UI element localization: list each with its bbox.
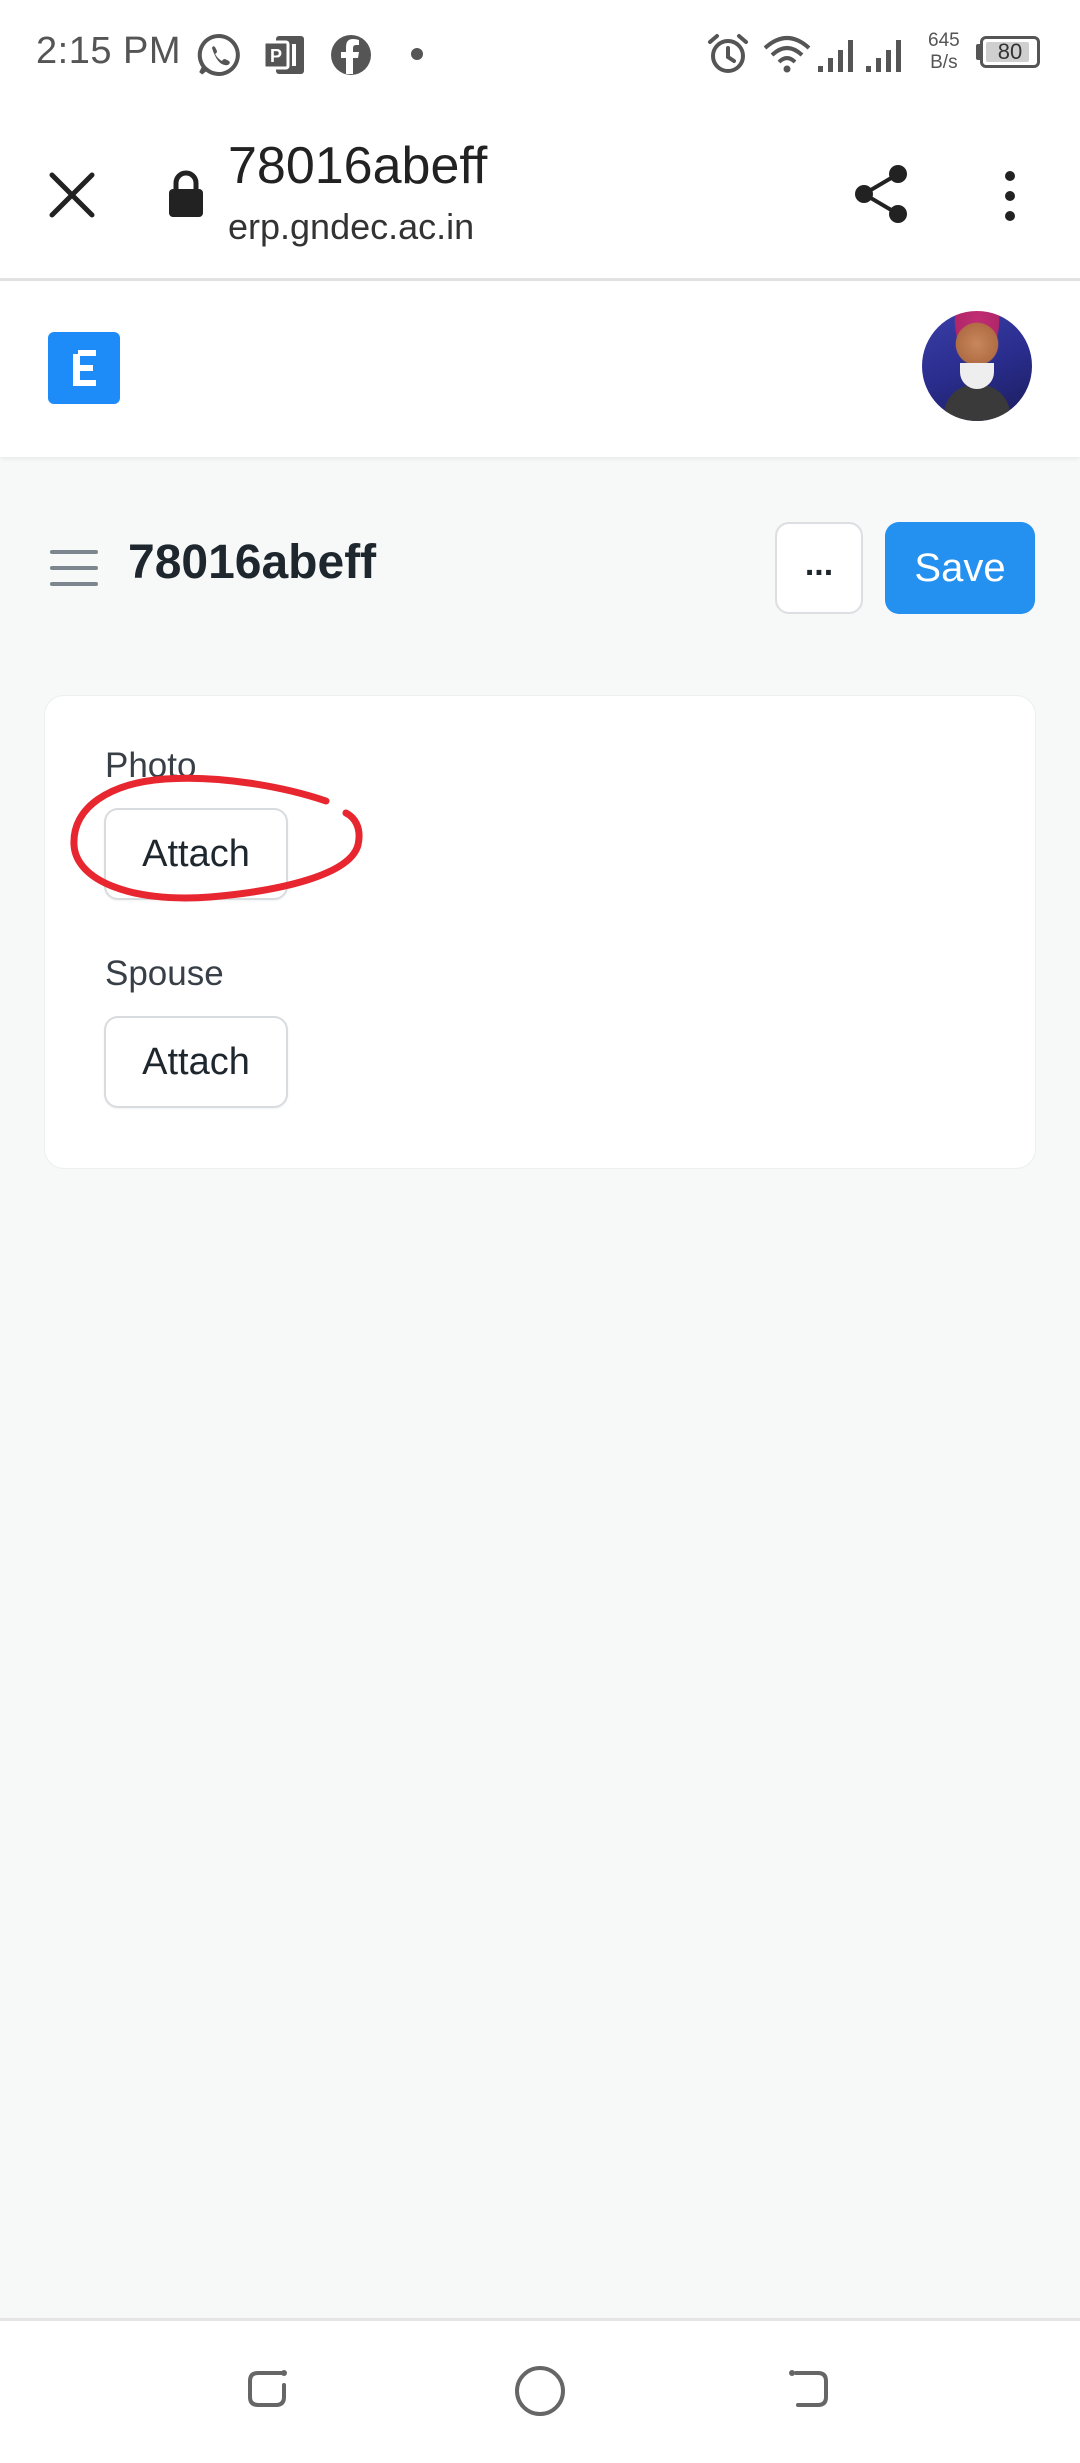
battery-icon: 80 xyxy=(980,36,1040,68)
app-header xyxy=(0,281,1080,457)
whatsapp-icon xyxy=(197,33,240,76)
teams-icon: P xyxy=(262,36,304,74)
system-nav-bar xyxy=(0,2318,1080,2463)
page-title: 78016abeff xyxy=(128,536,377,589)
battery-level: 80 xyxy=(997,39,1023,64)
annotation-circle xyxy=(70,774,363,902)
signal-icon-2 xyxy=(866,40,901,72)
recent-apps-icon[interactable] xyxy=(244,2363,294,2413)
svg-text:P: P xyxy=(270,46,282,66)
more-vert-icon[interactable] xyxy=(990,166,1030,226)
close-icon[interactable] xyxy=(42,165,102,225)
url-text[interactable]: erp.gndec.ac.in xyxy=(228,206,474,248)
tab-title: 78016abeff xyxy=(228,137,488,195)
status-time: 2:15 PM xyxy=(36,30,182,72)
network-speed: 645 B/s xyxy=(928,30,960,74)
back-icon[interactable] xyxy=(784,2363,834,2413)
share-icon[interactable] xyxy=(852,162,912,226)
more-actions-button[interactable]: ... xyxy=(775,522,863,614)
spouse-attach-button[interactable]: Attach xyxy=(104,1016,288,1108)
app-logo[interactable] xyxy=(48,332,120,404)
home-icon[interactable] xyxy=(512,2363,568,2419)
avatar[interactable] xyxy=(922,311,1032,421)
status-bar: 2:15 PM P 645 B/s 80 xyxy=(0,0,1080,110)
network-speed-unit: B/s xyxy=(930,52,958,73)
dot-icon xyxy=(411,48,423,60)
logo-letter-icon xyxy=(73,350,96,386)
spouse-label: Spouse xyxy=(105,954,224,993)
save-button[interactable]: Save xyxy=(885,522,1035,614)
signal-icon xyxy=(818,40,853,72)
network-speed-value: 645 xyxy=(928,30,960,51)
sidebar-toggle-icon[interactable] xyxy=(50,550,98,588)
avatar-body xyxy=(944,385,1010,421)
alarm-icon xyxy=(708,34,748,73)
browser-toolbar: 78016abeff erp.gndec.ac.in xyxy=(0,110,1080,281)
wifi-icon xyxy=(763,36,811,73)
lock-icon xyxy=(169,170,203,217)
facebook-icon xyxy=(331,35,371,75)
